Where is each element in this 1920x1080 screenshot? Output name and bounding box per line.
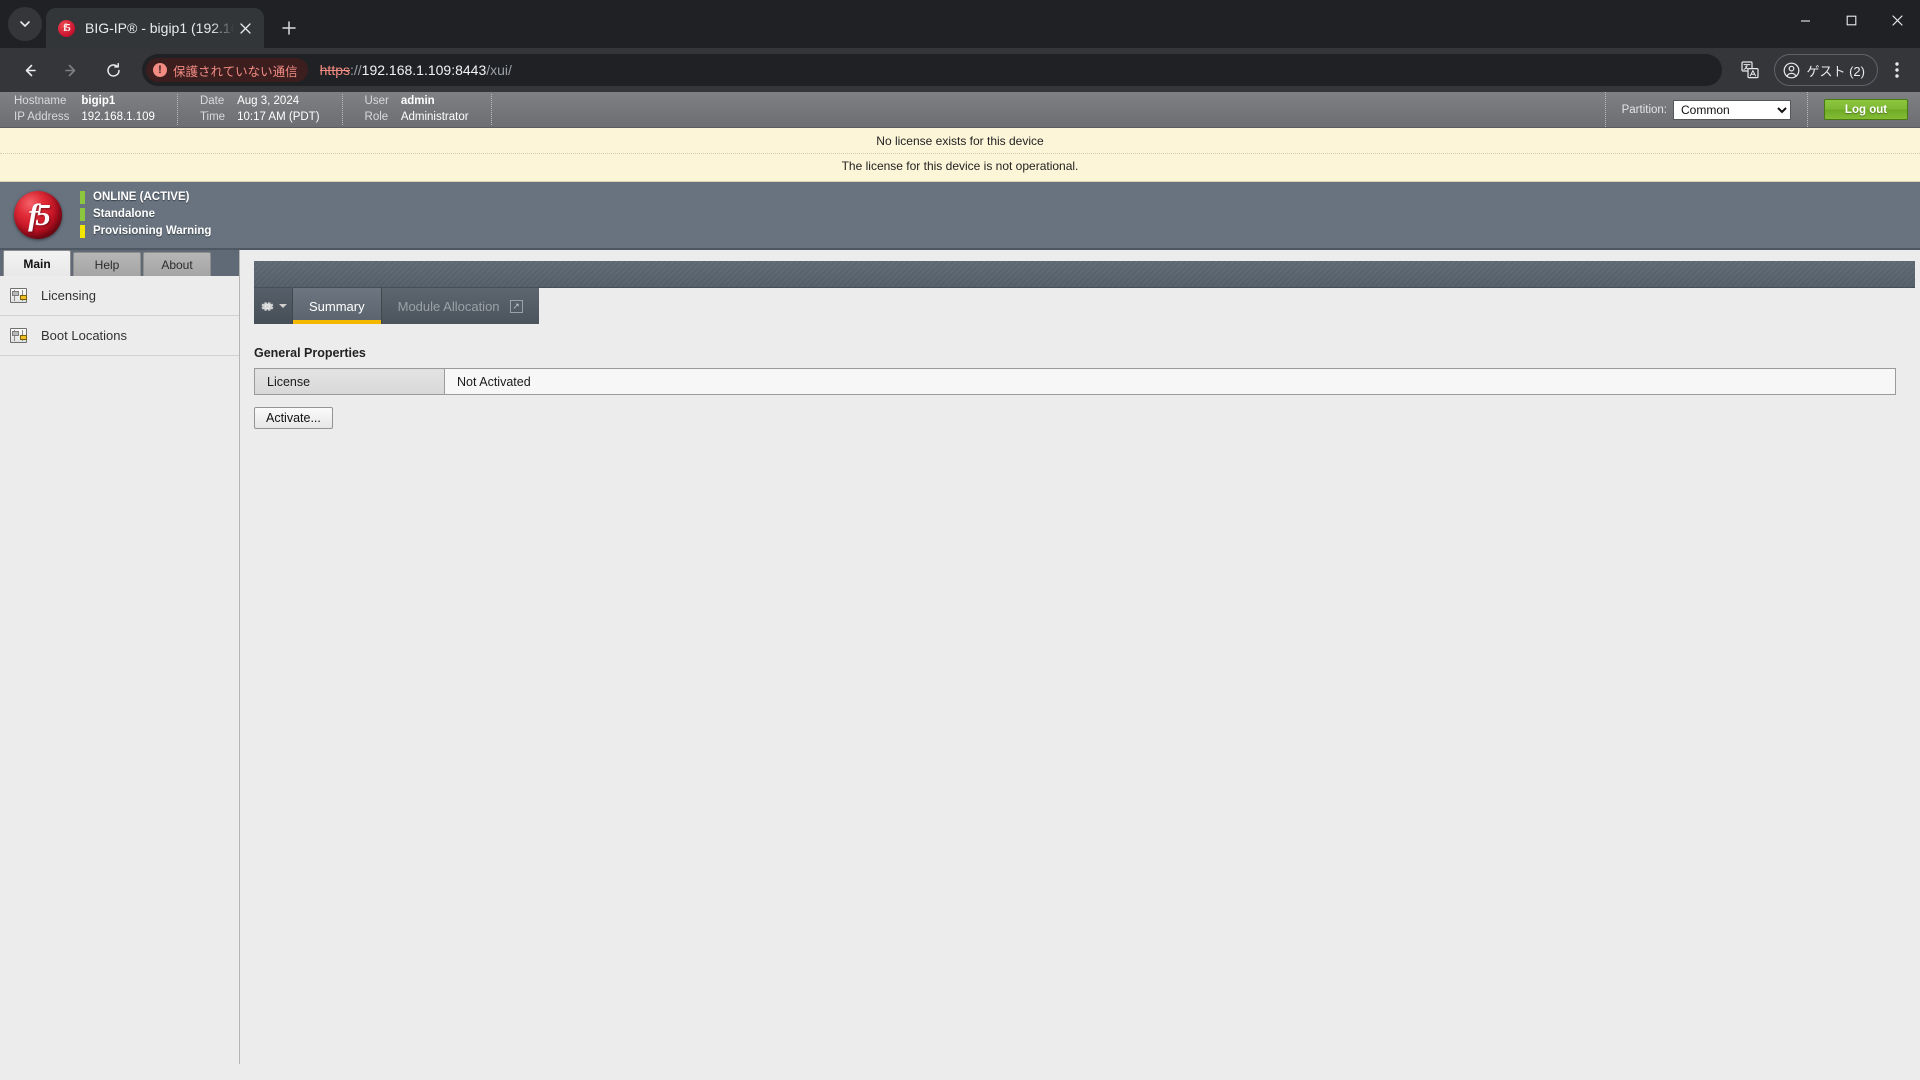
tab-about[interactable]: About [143,252,211,276]
f5-favicon-icon: f5 [58,19,75,37]
tab-close-icon[interactable] [234,17,256,39]
info-group-user: User admin Role Administrator [343,94,492,125]
sidebar-item-label: Licensing [41,287,96,303]
time-value: 10:17 AM (PDT) [237,111,320,123]
ip-address-label: IP Address [14,111,70,123]
not-secure-icon: ! [153,63,167,77]
tab-title: BIG-IP® - bigip1 (192.168.1.109 [85,20,234,36]
window-close-icon[interactable] [1874,0,1920,40]
content-header-strip [254,261,1915,288]
tab-help[interactable]: Help [73,252,141,276]
maximize-icon[interactable] [1828,0,1874,40]
browser-tab[interactable]: f5 BIG-IP® - bigip1 (192.168.1.109 [46,8,264,48]
general-properties-table: License Not Activated [254,368,1896,395]
status-row-provisioning: Provisioning Warning [80,224,211,239]
content-tab-bar: Summary Module Allocation ↗ [254,288,1920,324]
table-row: License Not Activated [254,368,1896,395]
account-circle-icon [1784,62,1800,78]
license-warning-line-1: No license exists for this device [876,134,1044,148]
tab-summary-label: Summary [309,298,365,314]
status-indicator-standalone [80,207,85,221]
bigip-info-bar: Hostname bigip1 IP Address 192.168.1.109… [0,92,1920,128]
status-indicator-online [80,190,85,204]
url-path: /xui/ [486,62,512,78]
window-controls [1782,0,1920,48]
activate-button[interactable]: Activate... [254,407,333,429]
url-text: https://192.168.1.109:8443/xui/ [320,62,512,78]
user-value: admin [400,95,435,107]
external-link-icon: ↗ [509,299,523,313]
status-label-provisioning: Provisioning Warning [93,225,212,237]
back-button-icon[interactable] [13,54,45,86]
chevron-down-icon [278,304,287,308]
tab-module-allocation[interactable]: Module Allocation ↗ [380,288,539,324]
module-icon [10,288,27,303]
f5-logo-icon: f5 [14,191,62,239]
info-group-datetime: Date Aug 3, 2024 Time 10:17 AM (PDT) [178,94,343,125]
main-content: Summary Module Allocation ↗ General Prop… [240,250,1920,1064]
sidebar-item-label: Boot Locations [41,327,128,343]
license-warning-banner: No license exists for this device The li… [0,128,1920,182]
reload-button-icon[interactable] [97,54,129,86]
address-bar[interactable]: ! 保護されていない通信 https://192.168.1.109:8443/… [142,54,1723,86]
browser-toolbar: ! 保護されていない通信 https://192.168.1.109:8443/… [0,48,1920,92]
hostname-label: Hostname [14,95,67,107]
status-row-online: ONLINE (ACTIVE) [80,190,211,205]
f5-branding-header: f5 ONLINE (ACTIVE) Standalone Provisioni… [0,182,1920,250]
device-status-block: ONLINE (ACTIVE) Standalone Provisioning … [80,190,211,241]
status-row-standalone: Standalone [80,207,211,222]
tab-module-allocation-label: Module Allocation [397,298,500,314]
tab-search-chevron-icon[interactable] [8,7,42,41]
f5-logo-text: f5 [28,196,51,232]
license-value-cell: Not Activated [444,368,1896,395]
partition-selector-group: Partition: Common [1604,92,1808,127]
role-value: Administrator [400,111,469,123]
time-label: Time [199,111,226,123]
profile-label: ゲスト (2) [1806,63,1865,79]
forward-button-icon[interactable] [55,54,87,86]
toolbar-right-actions: ゲスト (2) [1730,54,1912,86]
info-bar-right: Partition: Common Log out [1604,92,1920,127]
hostname-value: bigip1 [81,95,116,107]
sidebar-tab-bar: Main Help About [0,250,239,276]
profile-button[interactable]: ゲスト (2) [1774,54,1878,86]
ip-address-value: 192.168.1.109 [81,111,155,123]
user-label: User [364,95,389,107]
sidebar-item-boot-locations[interactable]: Boot Locations [0,316,239,356]
status-label-online: ONLINE (ACTIVE) [93,191,190,203]
page-body: Main Help About Licensing Boot Locations [0,250,1920,1064]
url-scheme: https [319,62,350,78]
tab-strip: f5 BIG-IP® - bigip1 (192.168.1.109 [0,0,1920,48]
browser-chrome: f5 BIG-IP® - bigip1 (192.168.1.109 [0,0,1920,92]
general-properties-panel: General Properties License Not Activated… [240,324,1920,429]
sidebar: Main Help About Licensing Boot Locations [0,250,240,1064]
date-label: Date [199,95,225,107]
gear-icon[interactable] [254,288,292,324]
translate-icon[interactable] [1734,54,1766,86]
license-key-cell: License [254,368,445,395]
tab-summary[interactable]: Summary [292,288,381,324]
three-dot-menu-icon[interactable] [1882,54,1912,86]
module-icon [10,328,27,343]
panel-title: General Properties [254,346,366,360]
url-host: 192.168.1.109:8443 [361,62,487,78]
date-value: Aug 3, 2024 [237,95,300,107]
new-tab-button[interactable] [274,13,304,43]
role-label: Role [364,111,389,123]
tab-main[interactable]: Main [3,250,71,276]
status-label-standalone: Standalone [93,208,155,220]
status-indicator-provisioning [80,224,85,238]
not-secure-label: 保護されていない通信 [173,64,298,79]
partition-select[interactable]: Common [1673,99,1791,120]
license-warning-line-2: The license for this device is not opera… [0,153,1920,175]
not-secure-chip[interactable]: ! 保護されていない通信 [146,58,308,82]
logout-button[interactable]: Log out [1824,99,1908,120]
info-group-host: Hostname bigip1 IP Address 192.168.1.109 [14,94,178,125]
minimize-icon[interactable] [1782,0,1828,40]
url-separator: :// [350,62,362,78]
partition-label: Partition: [1621,103,1667,116]
sidebar-item-licensing[interactable]: Licensing [0,276,239,316]
